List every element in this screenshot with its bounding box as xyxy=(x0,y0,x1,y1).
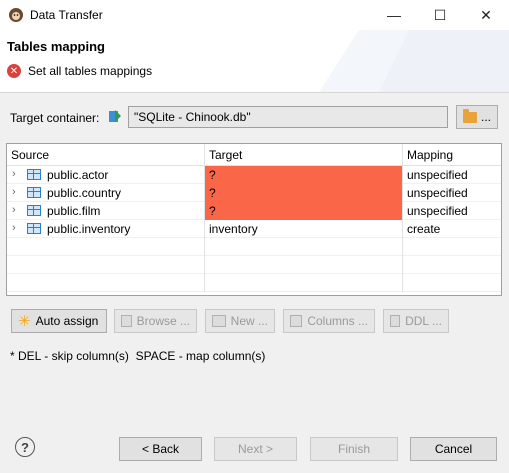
column-header-target[interactable]: Target xyxy=(205,144,403,166)
columns-label: Columns ... xyxy=(307,314,368,328)
header-decoration xyxy=(319,30,509,92)
database-icon xyxy=(109,110,121,122)
auto-assign-label: Auto assign xyxy=(35,314,99,328)
target-cell[interactable]: ? xyxy=(205,166,403,184)
header-message: Set all tables mappings xyxy=(28,64,153,78)
maximize-button[interactable]: ☐ xyxy=(417,0,463,30)
cancel-button[interactable]: Cancel xyxy=(410,437,497,461)
dbeaver-icon xyxy=(9,8,23,22)
finish-button[interactable]: Finish xyxy=(310,437,398,461)
browse-target-label: ... xyxy=(480,110,491,124)
page-title: Tables mapping xyxy=(7,39,105,54)
ddl-button[interactable]: DDL ... xyxy=(383,309,449,333)
mapping-cell[interactable]: unspecified xyxy=(403,166,501,184)
target-container-label: Target container: xyxy=(10,111,100,125)
table-row[interactable]: › public.actor ? unspecified xyxy=(7,166,501,184)
table-header: Source Target Mapping xyxy=(7,144,501,166)
mapping-cell[interactable]: create xyxy=(403,220,501,238)
browse-label: Browse ... xyxy=(136,314,190,328)
folder-icon xyxy=(462,108,477,123)
help-icon[interactable]: ? xyxy=(15,437,35,457)
header-divider xyxy=(0,92,509,93)
browse-icon xyxy=(121,315,132,327)
columns-icon xyxy=(290,315,303,327)
minimize-button[interactable]: — xyxy=(371,0,417,30)
expand-arrow-icon[interactable]: › xyxy=(12,168,16,180)
target-container-field[interactable]: "SQLite - Chinook.db" xyxy=(128,106,448,128)
source-table-name: public.film xyxy=(47,204,101,218)
table-icon xyxy=(27,223,41,234)
close-button[interactable]: ✕ xyxy=(463,0,509,30)
new-label: New ... xyxy=(230,314,268,328)
wizard-header: Tables mapping ✕ Set all tables mappings xyxy=(0,30,509,92)
table-icon xyxy=(27,205,41,216)
table-icon xyxy=(27,187,41,198)
back-button[interactable]: < Back xyxy=(119,437,202,461)
table-row[interactable]: › public.country ? unspecified xyxy=(7,184,501,202)
mapping-cell[interactable]: unspecified xyxy=(403,202,501,220)
window-title: Data Transfer xyxy=(30,8,103,22)
expand-arrow-icon[interactable]: › xyxy=(12,186,16,198)
title-bar: Data Transfer — ☐ ✕ xyxy=(0,0,509,30)
new-button[interactable]: New ... xyxy=(205,309,275,333)
columns-button[interactable]: Columns ... xyxy=(283,309,375,333)
target-cell[interactable]: inventory xyxy=(205,220,403,238)
empty-row xyxy=(7,238,501,256)
mapping-table[interactable]: Source Target Mapping › public.actor ? u… xyxy=(6,143,502,296)
source-table-name: public.actor xyxy=(47,168,109,182)
source-table-name: public.country xyxy=(47,186,122,200)
table-row[interactable]: › public.film ? unspecified xyxy=(7,202,501,220)
column-header-mapping[interactable]: Mapping xyxy=(403,144,501,166)
error-icon: ✕ xyxy=(7,64,21,78)
expand-arrow-icon[interactable]: › xyxy=(12,204,16,216)
keyboard-hint: * DEL - skip column(s) SPACE - map colum… xyxy=(10,349,266,363)
browse-button[interactable]: Browse ... xyxy=(114,309,197,333)
auto-assign-button[interactable]: ✳ Auto assign xyxy=(11,309,107,333)
auto-assign-icon: ✳ xyxy=(18,313,31,330)
new-icon xyxy=(212,315,226,327)
browse-target-button[interactable]: ... xyxy=(456,105,498,129)
table-icon xyxy=(27,169,41,180)
expand-arrow-icon[interactable]: › xyxy=(12,222,16,234)
source-table-name: public.inventory xyxy=(47,222,131,236)
next-button[interactable]: Next > xyxy=(214,437,297,461)
column-header-source[interactable]: Source xyxy=(7,144,205,166)
ddl-icon xyxy=(390,315,401,327)
empty-row xyxy=(7,256,501,274)
target-cell[interactable]: ? xyxy=(205,184,403,202)
mapping-cell[interactable]: unspecified xyxy=(403,184,501,202)
target-cell[interactable]: ? xyxy=(205,202,403,220)
ddl-label: DDL ... xyxy=(405,314,442,328)
empty-row xyxy=(7,274,501,292)
table-row[interactable]: › public.inventory inventory create xyxy=(7,220,501,238)
